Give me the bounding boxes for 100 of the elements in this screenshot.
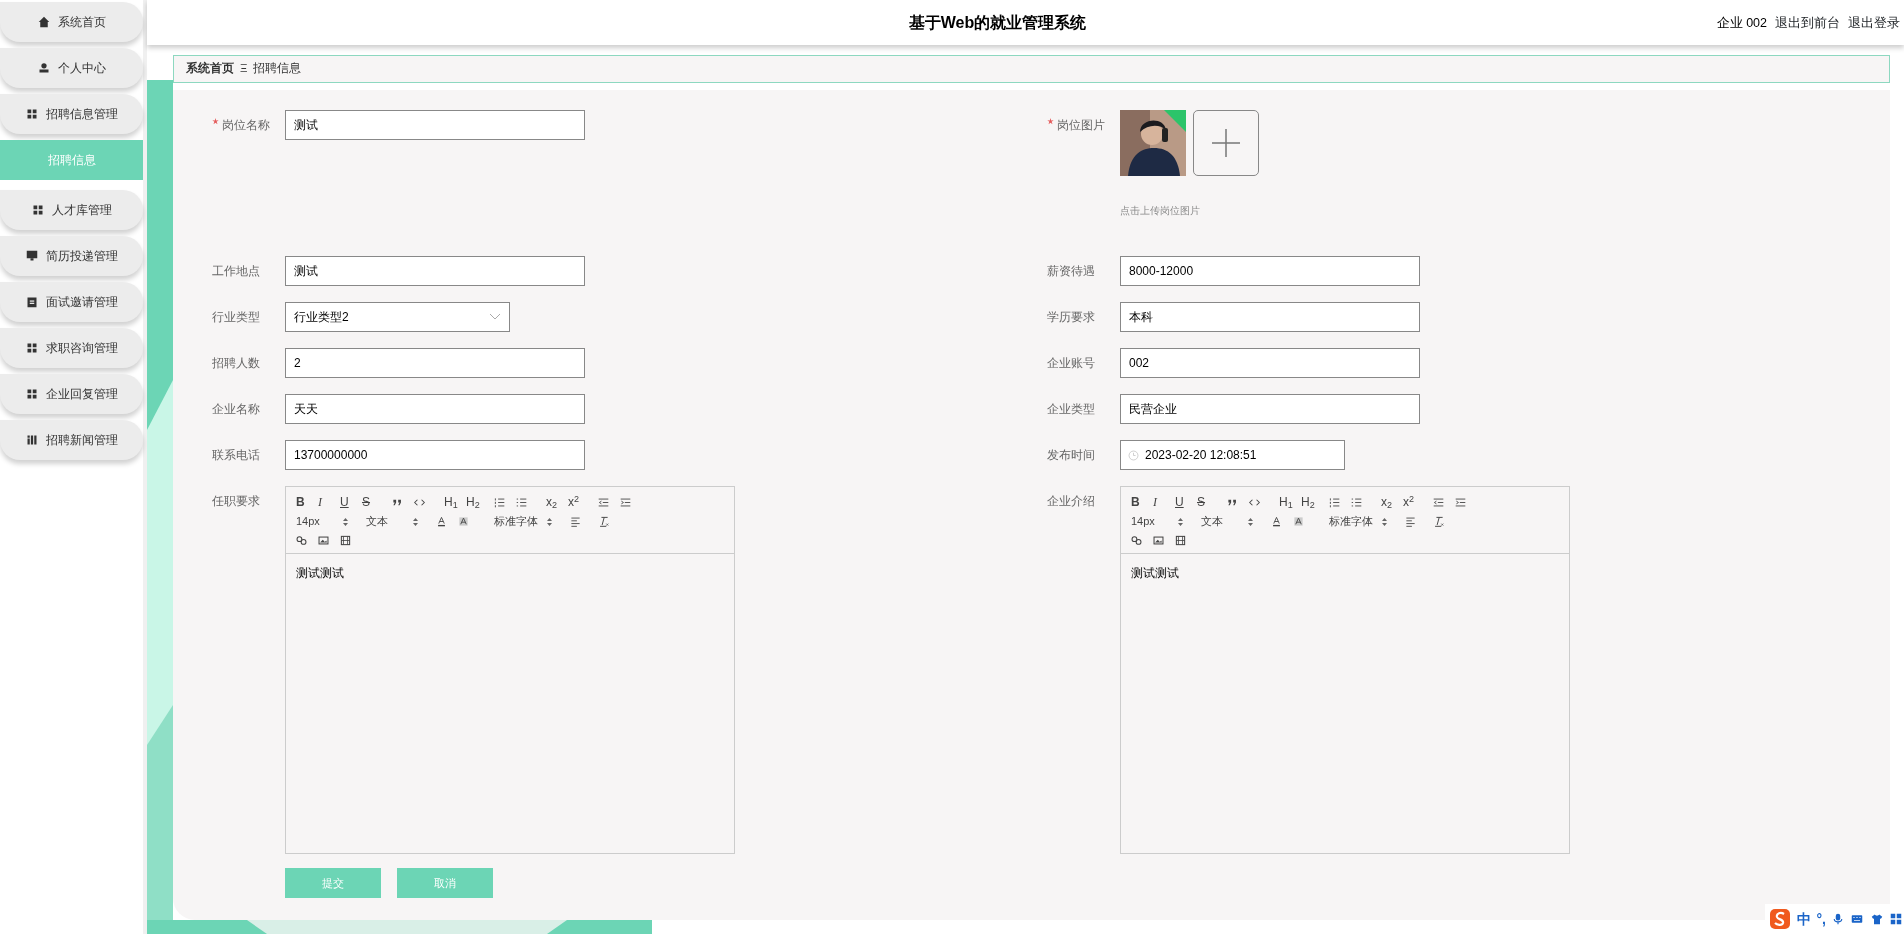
editor-text: 测试测试 (1131, 566, 1179, 580)
input-field[interactable]: 测试 (285, 110, 585, 140)
breadcrumb-item[interactable]: 系统首页 (186, 60, 234, 78)
code-icon[interactable] (414, 497, 425, 508)
toolbar-button[interactable]: x$^{2}$ (1403, 494, 1425, 511)
toolbar-button[interactable]: I (1153, 494, 1175, 511)
indent-icon[interactable] (1455, 497, 1466, 508)
upload-button[interactable] (1193, 110, 1259, 176)
align-icon[interactable] (570, 516, 581, 527)
bars-icon (25, 434, 38, 446)
field-label: 学历要求 (1047, 310, 1095, 324)
input-field[interactable]: 测试 (285, 256, 585, 286)
sidebar-item[interactable]: 招聘信息管理 (0, 94, 143, 134)
updown-icon (1248, 517, 1253, 526)
input-field[interactable]: 本科 (1120, 302, 1420, 332)
toolbar-button[interactable]: x$^{2}$ (568, 494, 590, 511)
video-icon[interactable] (340, 535, 351, 546)
font-picker[interactable]: 文本 (366, 513, 418, 530)
align-icon[interactable] (1405, 516, 1416, 527)
link-icon[interactable] (1131, 535, 1142, 546)
input-field[interactable]: 002 (1120, 348, 1420, 378)
toolbar-button[interactable]: S (362, 494, 384, 511)
rich-text-editor[interactable]: B I U S H$_{1}$ H$_{2}$ x$_{2}$ x$^{2}$ 14px 文本 标准字体 测试测试 (285, 486, 735, 854)
ime-mode-text[interactable]: °, (1816, 908, 1826, 930)
font-picker[interactable]: 14px (1131, 513, 1183, 530)
field-label: 企业账号 (1047, 356, 1095, 370)
toolbar-button[interactable]: I (318, 494, 340, 511)
sidebar-item[interactable]: 系统首页 (0, 2, 143, 42)
indent-icon[interactable] (620, 497, 631, 508)
bullet-list-icon[interactable] (1351, 497, 1362, 508)
sidebar-item[interactable]: 求职咨询管理 (0, 328, 143, 368)
toolbar-button[interactable]: B (1131, 494, 1153, 511)
toolbar-button[interactable]: S (1197, 494, 1219, 511)
field-label: 薪资待遇 (1047, 264, 1095, 278)
date-field[interactable]: 2023-02-20 12:08:51 (1120, 440, 1345, 470)
grid-icon (25, 388, 38, 400)
field-label: 联系电话 (212, 448, 260, 462)
highlight-icon[interactable] (1293, 516, 1304, 527)
input-field[interactable]: 民营企业 (1120, 394, 1420, 424)
sidebar-item[interactable]: 招聘新闻管理 (0, 420, 143, 460)
outdent-icon[interactable] (598, 497, 609, 508)
image-icon[interactable] (318, 535, 329, 546)
quote-icon[interactable] (1227, 497, 1238, 508)
toolbar-button[interactable]: H$_{2}$ (466, 494, 488, 511)
grid-icon (1890, 913, 1902, 925)
breadcrumb-separator: Ξ (240, 61, 248, 77)
bullet-list-icon[interactable] (516, 497, 527, 508)
header-link[interactable]: 退出登录 (1848, 14, 1900, 33)
toolbar-button[interactable]: x$_{2}$ (1381, 494, 1403, 511)
sidebar-item[interactable]: 人才库管理 (0, 190, 143, 230)
toolbar-button[interactable]: H$_{2}$ (1301, 494, 1323, 511)
ordered-list-icon[interactable] (494, 497, 505, 508)
rich-text-editor[interactable]: B I U S H$_{1}$ H$_{2}$ x$_{2}$ x$^{2}$ 14px 文本 标准字体 测试测试 (1120, 486, 1570, 854)
ime-mode-text[interactable]: 中 (1796, 908, 1811, 930)
clear-format-icon[interactable] (598, 516, 609, 527)
field-label: 任职要求 (212, 494, 260, 508)
font-color-icon[interactable] (1271, 516, 1282, 527)
sidebar-item[interactable]: 简历投递管理 (0, 236, 143, 276)
sidebar-item[interactable]: 个人中心 (0, 48, 143, 88)
ordered-list-icon[interactable] (1329, 497, 1340, 508)
outdent-icon[interactable] (1433, 497, 1444, 508)
select-field[interactable]: 行业类型2 (285, 302, 510, 332)
sidebar-item[interactable]: 企业回复管理 (0, 374, 143, 414)
toolbar-button[interactable]: x$_{2}$ (546, 494, 568, 511)
updown-icon (413, 517, 418, 526)
font-picker[interactable]: 标准字体 (1329, 513, 1387, 530)
font-color-icon[interactable] (436, 516, 447, 527)
toolbar-button[interactable]: H$_{1}$ (1279, 494, 1301, 511)
updown-icon (343, 517, 348, 526)
code-icon[interactable] (1249, 497, 1260, 508)
input-field[interactable]: 天天 (285, 394, 585, 424)
font-picker[interactable]: 标准字体 (494, 513, 552, 530)
breadcrumb-item: 招聘信息 (253, 61, 302, 77)
video-icon[interactable] (1175, 535, 1186, 546)
font-picker[interactable]: 文本 (1201, 513, 1253, 530)
plus-icon (1211, 128, 1241, 158)
quote-icon[interactable] (392, 497, 403, 508)
input-field[interactable]: 13700000000 (285, 440, 585, 470)
toolbar-button[interactable]: H$_{1}$ (444, 494, 466, 511)
field-label: 企业类型 (1047, 402, 1095, 416)
font-picker[interactable]: 14px (296, 513, 348, 530)
clock-icon (1128, 449, 1139, 461)
shirt-icon (1870, 913, 1884, 925)
toolbar-button[interactable]: U (340, 494, 362, 511)
toolbar-button[interactable]: U (1175, 494, 1197, 511)
sidebar-item[interactable]: 面试邀请管理 (0, 282, 143, 322)
link-icon[interactable] (296, 535, 307, 546)
input-field[interactable]: 8000-12000 (1120, 256, 1420, 286)
highlight-icon[interactable] (458, 516, 469, 527)
header-link[interactable]: 退出到前台 (1775, 14, 1840, 33)
field-label: 企业名称 (212, 402, 260, 416)
grid-icon (25, 108, 38, 120)
user-name: 企业 002 (1716, 15, 1767, 32)
image-icon[interactable] (1153, 535, 1164, 546)
input-field[interactable]: 2 (285, 348, 585, 378)
field-label: 招聘人数 (212, 356, 260, 370)
updown-icon (1178, 517, 1183, 526)
toolbar-button[interactable]: B (296, 494, 318, 511)
clear-format-icon[interactable] (1433, 516, 1444, 527)
field-label: 工作地点 (212, 264, 260, 278)
